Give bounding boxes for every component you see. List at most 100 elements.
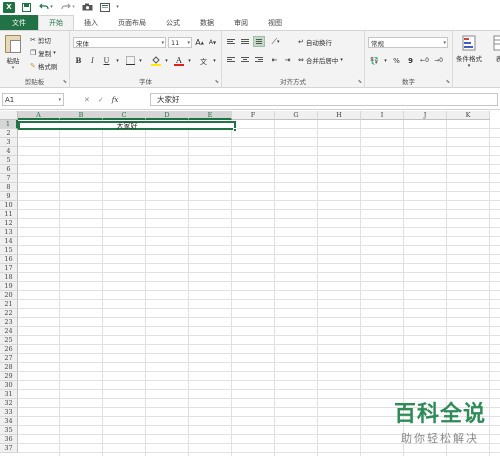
tab-formulas[interactable]: 公式 [156,15,190,30]
font-name-select[interactable]: 宋体 ▾ [73,37,166,48]
insert-function-icon[interactable]: fx [112,96,119,104]
row-header[interactable]: 28 [0,363,18,372]
font-size-select[interactable]: 11 ▾ [168,37,192,48]
row-header[interactable]: 8 [0,183,18,192]
row-header[interactable]: 14 [0,237,18,246]
column-header[interactable]: C [103,111,146,120]
column-header[interactable]: G [275,111,318,120]
row-header[interactable]: 20 [0,291,18,300]
undo-dropdown-icon[interactable]: ▾ [49,2,54,12]
column-header[interactable]: I [361,111,404,120]
row-header[interactable]: 19 [0,282,18,291]
row-header[interactable]: 9 [0,192,18,201]
row-header[interactable]: 7 [0,174,18,183]
font-launcher-icon[interactable]: ⬊ [215,79,219,85]
row-header[interactable]: 32 [0,399,18,408]
font-color-dropdown-icon[interactable]: ▾ [184,55,195,66]
clipboard-launcher-icon[interactable]: ⬊ [63,79,67,85]
cancel-icon[interactable]: ✕ [84,96,90,104]
underline-button[interactable]: U [101,55,112,66]
number-format-dropdown-icon[interactable]: ▾ [443,40,446,46]
accounting-button[interactable]: 💱 [369,55,380,66]
row-header[interactable]: 24 [0,327,18,336]
tab-page-layout[interactable]: 页面布局 [108,15,156,30]
align-bottom-button[interactable] [253,36,265,47]
tab-data[interactable]: 数据 [190,15,224,30]
row-header[interactable]: 30 [0,381,18,390]
print-preview-icon[interactable] [99,2,110,12]
formula-input[interactable]: 大家好 [150,93,498,106]
number-launcher-icon[interactable]: ⬊ [446,79,450,85]
fill-color-dropdown-icon[interactable]: ▾ [161,55,172,66]
tab-home[interactable]: 开始 [38,15,74,30]
underline-dropdown-icon[interactable]: ▾ [112,55,123,66]
merge-center-button[interactable]: ⇔ 合并后居中 ▾ [298,55,343,65]
enter-icon[interactable]: ✓ [98,96,104,104]
column-header[interactable]: F [232,111,275,120]
borders-dropdown-icon[interactable]: ▾ [135,55,146,66]
column-header[interactable]: D [146,111,189,120]
column-header[interactable]: E [189,111,232,120]
row-header[interactable]: 23 [0,318,18,327]
wrap-text-button[interactable]: ↵ 自动换行 [298,37,332,47]
format-painter-button[interactable]: ✎ 格式刷 [30,61,57,71]
row-header[interactable]: 22 [0,309,18,318]
increase-indent-button[interactable]: ⇥ [282,54,293,65]
row-header[interactable]: 6 [0,165,18,174]
orientation-button[interactable]: ⟋ ▾ [270,36,281,47]
fill-handle[interactable] [233,128,237,132]
phonetic-button[interactable]: 文 [198,55,209,66]
redo-dropdown-icon[interactable]: ▾ [71,2,76,12]
cut-button[interactable]: ✂ 剪切 [30,35,51,45]
row-header[interactable]: 29 [0,372,18,381]
row-header[interactable]: 35 [0,426,18,435]
select-all-corner[interactable] [0,111,18,120]
decrease-indent-button[interactable]: ⇤ [269,54,280,65]
column-header[interactable]: A [18,111,60,120]
row-header[interactable]: 1 [0,120,18,129]
tab-file[interactable]: 文件 [0,15,38,30]
format-as-table-button[interactable]: 表 [493,35,500,63]
row-header[interactable]: 3 [0,138,18,147]
row-header[interactable]: 11 [0,210,18,219]
conditional-formatting-button[interactable]: 条件格式 ▾ [456,35,482,69]
undo-icon[interactable] [38,2,49,12]
paste-button[interactable]: 粘贴 ▾ [5,35,21,71]
copy-button[interactable]: ❐ 复制 ▾ [30,48,56,58]
tab-insert[interactable]: 插入 [74,15,108,30]
column-header[interactable]: K [447,111,490,120]
column-header[interactable]: H [318,111,361,120]
align-top-button[interactable] [225,36,237,47]
row-header[interactable]: 36 [0,435,18,444]
tab-review[interactable]: 审阅 [224,15,258,30]
row-header[interactable]: 2 [0,129,18,138]
row-header[interactable]: 26 [0,345,18,354]
row-header[interactable]: 5 [0,156,18,165]
shrink-font-button[interactable]: A ▼ [207,37,218,48]
row-header[interactable]: 27 [0,354,18,363]
row-header[interactable]: 12 [0,219,18,228]
font-color-button[interactable]: A [173,55,184,66]
row-header[interactable]: 16 [0,255,18,264]
italic-button[interactable]: I [87,55,98,66]
save-icon[interactable] [21,2,32,12]
row-header[interactable]: 33 [0,408,18,417]
row-header[interactable]: 31 [0,390,18,399]
row-header[interactable]: 10 [0,201,18,210]
alignment-launcher-icon[interactable]: ⬊ [358,79,362,85]
row-header[interactable]: 15 [0,246,18,255]
redo-icon[interactable] [60,2,71,12]
increase-decimal-button[interactable]: ←0 [419,55,430,66]
row-header[interactable]: 21 [0,300,18,309]
decrease-decimal-button[interactable]: →0 [433,55,444,66]
comma-button[interactable]: 9 [405,55,416,66]
number-format-select[interactable]: 常规 ▾ [368,37,448,48]
column-header[interactable]: J [404,111,447,120]
column-header[interactable]: B [60,111,103,120]
fill-color-button[interactable] [150,55,161,66]
grow-font-button[interactable]: A ▲ [194,37,205,48]
align-left-button[interactable] [225,54,237,65]
row-header[interactable]: 18 [0,273,18,282]
accounting-dropdown-icon[interactable]: ▾ [380,55,391,66]
align-right-button[interactable] [253,54,265,65]
